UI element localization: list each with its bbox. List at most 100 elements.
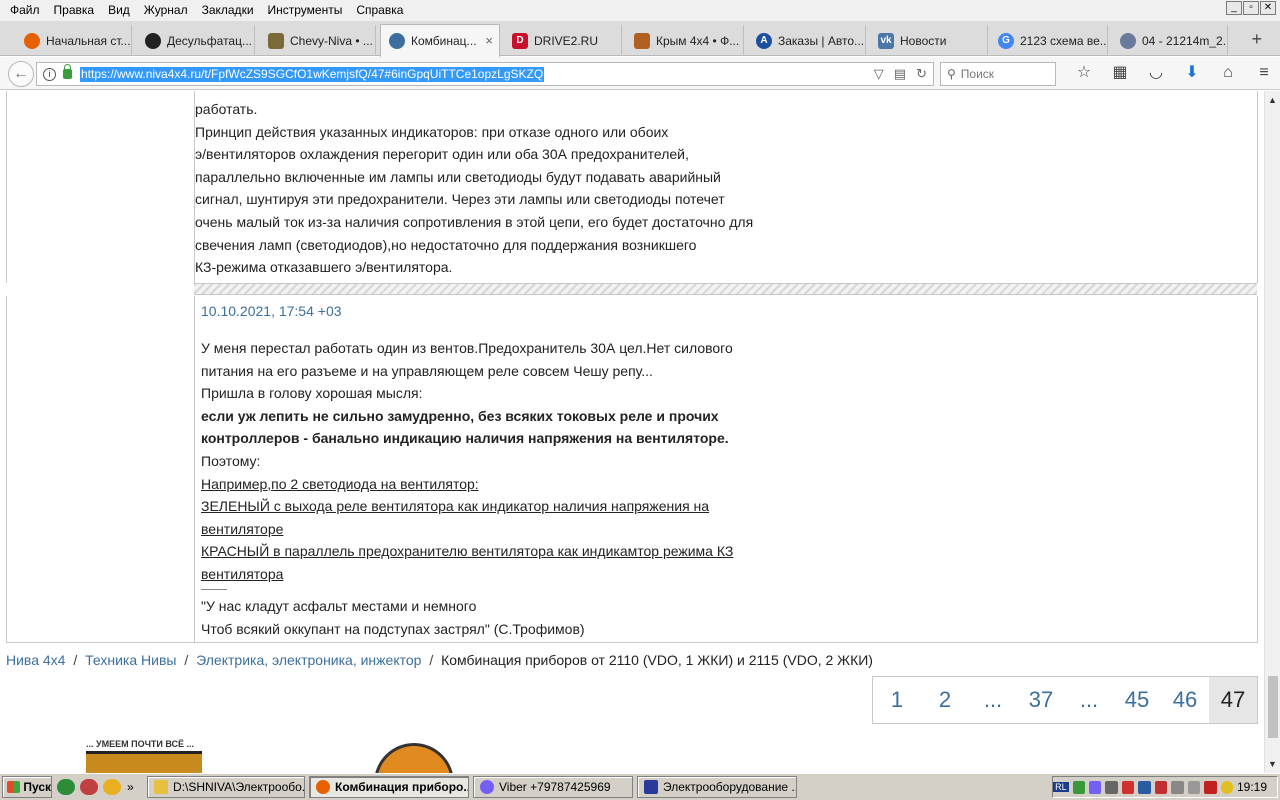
tab-label: DRIVE2.RU [534, 33, 599, 48]
breadcrumb-separator: / [184, 652, 189, 668]
window-controls: _ ▫ ✕ [1226, 1, 1276, 15]
tab-crimea-4x4[interactable]: Крым 4х4 • Ф... [626, 25, 744, 56]
breadcrumb-link[interactable]: Техника Нивы [85, 652, 176, 668]
signature-divider [201, 589, 227, 590]
breadcrumb-current: Комбинация приборов от 2110 (VDO, 1 ЖКИ)… [441, 652, 873, 668]
tab-drive2[interactable]: D DRIVE2.RU [504, 25, 622, 56]
taskbar-button-explorer[interactable]: D:\SHNIVA\Электрообо... [147, 776, 305, 798]
tab-label: Заказы | Авто... [778, 33, 865, 48]
taskbar-button-firefox[interactable]: Комбинация приборо... [309, 776, 469, 798]
bookmark-star-icon[interactable]: ☆ [1066, 63, 1102, 83]
post-body: У меня перестал работать один из вентов.… [201, 337, 733, 586]
bookmarks-list-icon[interactable]: ▦ [1102, 63, 1138, 83]
safely-remove-icon[interactable] [1204, 780, 1217, 794]
menu-bar: Файл Правка Вид Журнал Закладки Инструме… [0, 0, 1280, 21]
reader-view-icon[interactable]: ▤ [894, 66, 906, 82]
banner-text: ... УМЕЕМ ПОЧТИ ВСЁ ... [86, 739, 195, 749]
menu-help[interactable]: Справка [349, 0, 410, 21]
page-viewport: работать. Принцип действия указанных инд… [0, 91, 1264, 773]
new-tab-button[interactable]: + [1251, 29, 1262, 50]
tab-orders[interactable]: A Заказы | Авто... [748, 25, 866, 56]
post-date[interactable]: 10.10.2021, 17:54 +03 [201, 303, 342, 319]
page-link[interactable]: 46 [1161, 677, 1209, 723]
niva-icon [268, 32, 284, 49]
volume-icon[interactable] [1105, 780, 1118, 794]
download-icon[interactable]: ⬇ [1174, 63, 1210, 83]
viber-icon [480, 780, 494, 794]
opera-icon[interactable] [1154, 780, 1168, 794]
bluetooth-icon[interactable] [1138, 780, 1151, 794]
tab-chevy-niva[interactable]: Chevy-Niva • ... [260, 25, 376, 56]
page-link[interactable]: 45 [1113, 677, 1161, 723]
tab-label: 2123 схема ве... [1020, 33, 1108, 48]
page-ellipsis[interactable]: ... [1065, 677, 1113, 723]
vk-icon: vk [878, 32, 894, 49]
close-window-button[interactable]: ✕ [1260, 1, 1276, 15]
quicklaunch-more-icon[interactable]: » [127, 780, 134, 794]
menu-history[interactable]: Журнал [137, 0, 195, 21]
network-signal-icon[interactable] [1072, 780, 1086, 794]
reload-icon[interactable]: ↻ [916, 66, 927, 82]
taskbar-button-viber[interactable]: Viber +79787425969 [473, 776, 633, 798]
home-icon[interactable]: ⌂ [1210, 63, 1246, 83]
tab-news[interactable]: vk Новости [870, 25, 988, 56]
menu-bookmarks[interactable]: Закладки [195, 0, 261, 21]
start-button[interactable]: Пуск [2, 776, 52, 798]
page-current: 47 [1209, 677, 1257, 723]
quicklaunch-utorrent-icon[interactable] [57, 779, 75, 795]
page-link[interactable]: 37 [1017, 677, 1065, 723]
url-text[interactable]: https://www.niva4x4.ru/t/FpfWcZS9SGCfO1w… [80, 66, 545, 82]
scroll-down-icon[interactable]: ▼ [1268, 759, 1277, 769]
search-input[interactable]: ⚲ Поиск [940, 62, 1056, 86]
breadcrumb-separator: / [73, 652, 78, 668]
ad-banner-logo[interactable] [374, 743, 454, 773]
tab-active-combination[interactable]: Комбинац... × [380, 24, 500, 57]
url-bar[interactable]: i https://www.niva4x4.ru/t/FpfWcZS9SGCfO… [36, 62, 934, 86]
update-icon[interactable] [1171, 780, 1184, 794]
page-link[interactable]: 1 [873, 677, 921, 723]
start-label: Пуск [23, 780, 51, 794]
dropdown-icon[interactable]: ▽ [874, 66, 884, 82]
viber-tray-icon[interactable] [1089, 780, 1102, 794]
post-line: очень малый ток из-за наличия сопротивле… [195, 213, 754, 230]
breadcrumb-link[interactable]: Нива 4х4 [6, 652, 65, 668]
close-tab-icon[interactable]: × [485, 33, 493, 48]
quicklaunch-app-icon[interactable] [80, 779, 98, 795]
scroll-up-icon[interactable]: ▲ [1268, 95, 1277, 105]
pagination: 1 2 ... 37 ... 45 46 47 [872, 676, 1258, 724]
antivirus-icon[interactable] [1121, 780, 1135, 794]
menu-view[interactable]: Вид [101, 0, 137, 21]
page-link[interactable]: 2 [921, 677, 969, 723]
taskbar-button-electro[interactable]: Электрооборудование ... [637, 776, 797, 798]
tab-google-search[interactable]: G 2123 схема ве... [990, 25, 1108, 56]
back-button[interactable]: ← [8, 61, 34, 87]
taskbar-button-label: Viber +79787425969 [499, 780, 611, 794]
site-info-icon[interactable]: i [43, 67, 56, 81]
speaker-icon[interactable] [1187, 780, 1201, 794]
breadcrumb-separator: / [429, 652, 434, 668]
menu-file[interactable]: Файл [3, 0, 47, 21]
ad-banner[interactable]: ... УМЕЕМ ПОЧТИ ВСЁ ... [86, 739, 206, 773]
language-indicator[interactable]: RL [1053, 782, 1069, 792]
forum-icon [389, 33, 405, 49]
tab-desulfation[interactable]: Десульфатац... [137, 25, 255, 56]
page-ellipsis[interactable]: ... [969, 677, 1017, 723]
page-scrollbar[interactable]: ▲ ▼ [1264, 91, 1280, 773]
minimize-button[interactable]: _ [1226, 1, 1242, 15]
autodoc-icon: A [756, 32, 772, 49]
scrollbar-thumb[interactable] [1268, 676, 1278, 738]
menu-tools[interactable]: Инструменты [261, 0, 350, 21]
post-signature: "У нас кладут асфальт местами и немного … [201, 595, 585, 640]
smiley-icon[interactable] [1220, 780, 1233, 794]
restore-button[interactable]: ▫ [1243, 1, 1259, 15]
post-line-underlined: КРАСНЫЙ в параллель предохранителю венти… [201, 543, 734, 560]
firefox-icon [24, 32, 40, 49]
tab-schematic[interactable]: 04 - 21214m_2... [1112, 25, 1228, 56]
pocket-icon[interactable]: ◡ [1138, 63, 1174, 83]
tab-home[interactable]: Начальная ст... [16, 25, 132, 56]
drive2-icon: D [512, 32, 528, 49]
breadcrumb-link[interactable]: Электрика, электроника, инжектор [196, 652, 421, 668]
hamburger-menu-icon[interactable]: ≡ [1246, 63, 1280, 83]
menu-edit[interactable]: Правка [47, 0, 102, 21]
quicklaunch-chrome-icon[interactable] [103, 779, 121, 795]
